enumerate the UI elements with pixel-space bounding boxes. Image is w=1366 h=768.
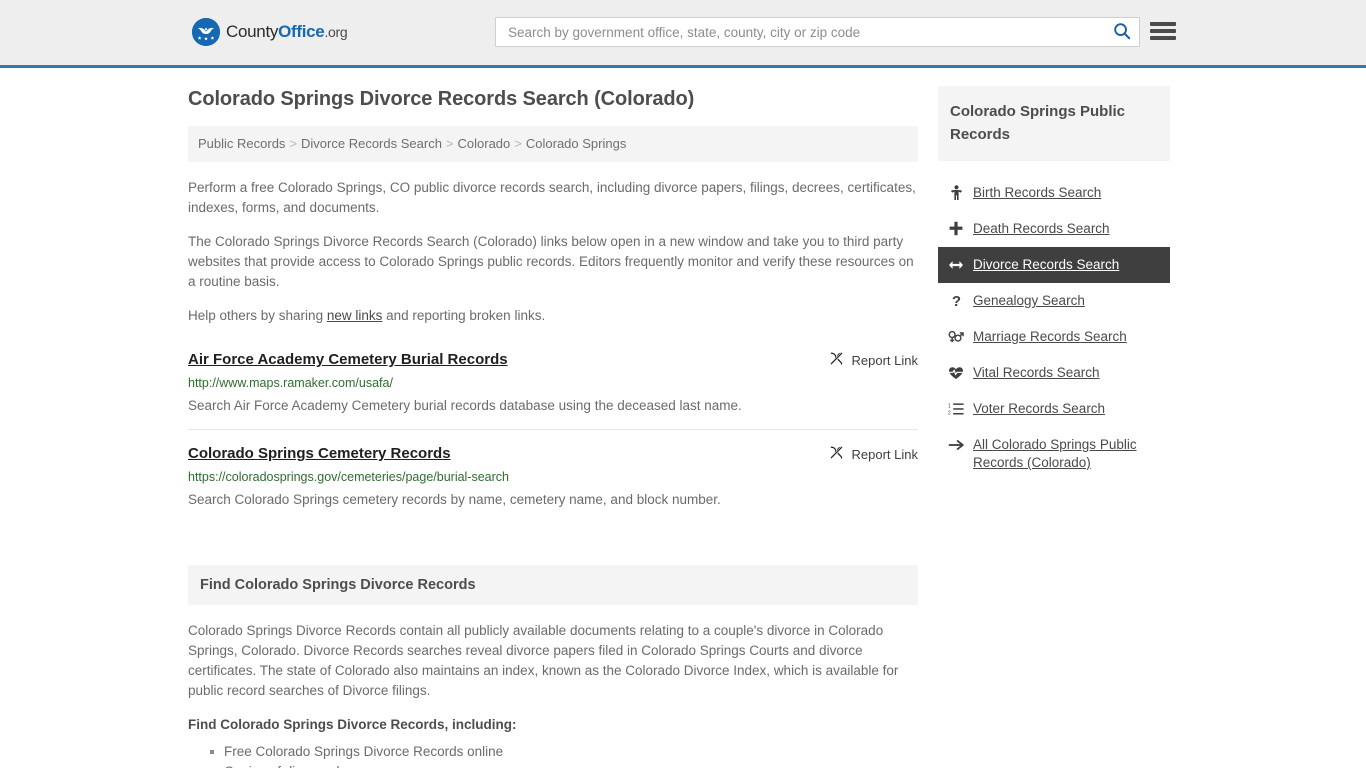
page-title: Colorado Springs Divorce Records Search … [188,88,695,110]
result-header: Air Force Academy Cemetery Burial Record… [188,350,918,370]
cross-icon [948,220,964,237]
intro-paragraph-3: Help others by sharing new links and rep… [188,306,918,326]
intro-paragraph-1: Perform a free Colorado Springs, CO publ… [188,180,916,215]
hamburger-bar [1150,29,1176,33]
search-input[interactable] [506,18,1111,46]
sidebar-item-marriage-records-search[interactable]: Marriage Records Search [938,319,1170,355]
new-links-link[interactable]: new links [327,308,383,323]
search-bar[interactable] [495,17,1140,47]
breadcrumb-item-colorado[interactable]: Colorado [458,136,511,151]
baby-icon [948,184,964,201]
list-item: Free Colorado Springs Divorce Records on… [210,742,918,762]
logo-text-part3: .org [324,24,348,40]
breadcrumb-item-divorce-records-search[interactable]: Divorce Records Search [301,136,442,151]
result-header: Colorado Springs Cemetery Records Report… [188,444,918,464]
sidebar-list: Birth Records Search Death Records Searc… [938,175,1170,481]
report-link-label: Report Link [851,446,918,462]
hamburger-bar [1150,22,1176,26]
breadcrumb-separator: > [289,136,298,151]
page-wrapper: Colorado Springs Divorce Records Search … [0,68,1366,768]
heart-pulse-icon [948,364,964,381]
result-item: Colorado Springs Cemetery Records Report… [188,429,918,523]
content-container: Colorado Springs Divorce Records Search … [188,68,1178,768]
hamburger-menu-icon[interactable] [1150,20,1176,42]
section-heading: Find Colorado Springs Divorce Records [188,565,918,605]
site-logo-text: CountyOffice.org [226,22,348,42]
report-link-label: Report Link [851,352,918,368]
result-item: Air Force Academy Cemetery Burial Record… [188,340,918,429]
list-ol-icon: 1 2 [948,400,964,417]
sidebar-item-birth-records-search[interactable]: Birth Records Search [938,175,1170,211]
breadcrumb-separator: > [514,136,522,151]
sidebar: Colorado Springs Public Records Birth Re… [938,68,1170,768]
section-paragraph: Colorado Springs Divorce Records contain… [188,623,899,698]
svg-text:2: 2 [948,410,951,416]
sidebar-item-voter-records-search[interactable]: 1 2 Voter Records Search [938,391,1170,427]
breadcrumb-item-public-records[interactable]: Public Records [198,136,285,151]
results-list: Air Force Academy Cemetery Burial Record… [188,340,918,523]
breadcrumb: Public Records > Divorce Records Search > Co… [188,126,918,162]
share-text-post: and reporting broken links. [382,308,546,323]
result-description: Search Colorado Springs cemetery records… [188,492,721,507]
arrow-right-icon [948,436,964,453]
sidebar-item-label: Genealogy Search [973,293,1085,308]
result-description: Search Air Force Academy Cemetery burial… [188,398,742,413]
sidebar-item-label: Voter Records Search [973,401,1106,416]
broken-link-icon [829,351,844,369]
sidebar-item-label: Divorce Records Search [973,257,1120,272]
result-title-link[interactable]: Colorado Springs Cemetery Records [188,444,451,464]
breadcrumb-item-colorado-springs: Colorado Springs [525,136,627,151]
result-title-link[interactable]: Air Force Academy Cemetery Burial Record… [188,350,508,370]
broken-link-icon [829,445,844,463]
section-list: Free Colorado Springs Divorce Records on… [188,742,918,768]
intro-paragraph-2: The Colorado Springs Divorce Records Sea… [188,234,914,289]
section-body: Colorado Springs Divorce Records contain… [188,605,918,768]
sidebar-item-death-records-search[interactable]: Death Records Search [938,211,1170,247]
search-icon [1113,22,1131,43]
logo-text-part2: Office [278,22,325,41]
report-link-button[interactable]: Report Link [829,350,918,369]
sidebar-item-genealogy-search[interactable]: ? Genealogy Search [938,283,1170,319]
sidebar-item-label: All Colorado Springs Public Records (Col… [973,437,1137,470]
venus-mars-icon [948,328,964,345]
arrows-left-right-icon [948,256,964,273]
logo-text-part1: County [226,22,279,41]
question-mark-icon: ? [948,292,964,309]
hamburger-bar [1150,36,1176,40]
breadcrumb-separator: > [445,136,454,151]
result-url[interactable]: http://www.maps.ramaker.com/usafa/ [188,375,918,392]
sidebar-item-vital-records-search[interactable]: Vital Records Search [938,355,1170,391]
main-content: Colorado Springs Divorce Records Search … [188,68,918,768]
section-subheading: Find Colorado Springs Divorce Records, i… [188,717,517,732]
site-header: CountyOffice.org [0,0,1366,68]
sidebar-heading: Colorado Springs Public Records [938,86,1170,161]
sidebar-item-label: Marriage Records Search [973,329,1127,344]
result-url[interactable]: https://coloradosprings.gov/cemeteries/p… [188,469,918,486]
svg-text:1: 1 [948,403,951,409]
svg-text:?: ? [951,293,960,309]
share-text-pre: Help others by sharing [188,308,327,323]
sidebar-item-label: Death Records Search [973,221,1110,236]
report-link-button[interactable]: Report Link [829,444,918,463]
sidebar-item-divorce-records-search[interactable]: Divorce Records Search [938,247,1170,283]
list-item: Copies of divorce decrees [222,762,918,768]
search-button[interactable] [1111,18,1133,46]
sidebar-item-label: Vital Records Search [973,365,1100,380]
site-logo[interactable]: CountyOffice.org [192,18,348,46]
eagle-shield-logo-icon [192,18,220,46]
sidebar-item-label: Birth Records Search [973,185,1102,200]
sidebar-item-all-public-records[interactable]: All Colorado Springs Public Records (Col… [938,427,1170,481]
